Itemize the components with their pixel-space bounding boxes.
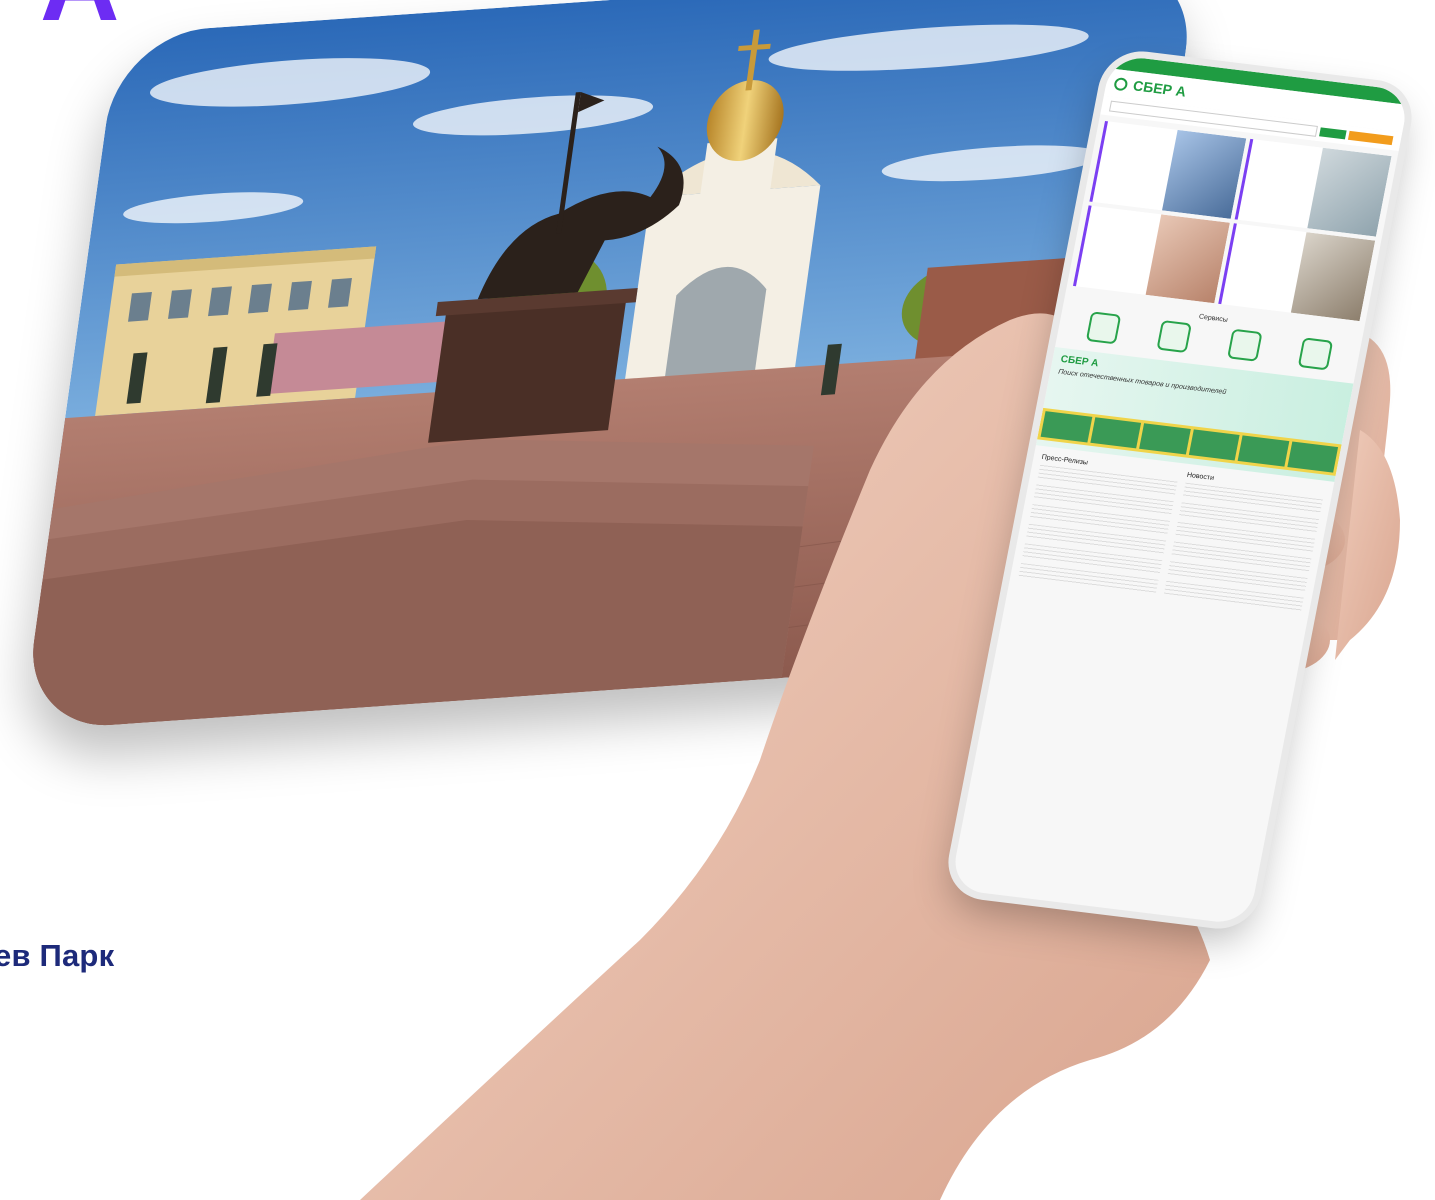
phone-service-item	[1277, 335, 1353, 373]
phone-tile	[1218, 223, 1376, 322]
bank-icon	[1226, 328, 1263, 362]
phone-service-item	[1206, 326, 1282, 364]
phone-search-button	[1319, 127, 1347, 140]
phone-tile	[1234, 138, 1392, 237]
phone-service-item	[1065, 309, 1141, 347]
phone-tiles	[1066, 114, 1399, 327]
money-hand-icon	[1297, 337, 1333, 371]
caption-text: ев Парк	[0, 938, 115, 973]
phone-col-press: Пресс-Релизы	[1017, 454, 1179, 599]
document-icon	[1155, 319, 1192, 354]
phone-col-news: Новости	[1163, 472, 1325, 617]
key-icon	[1085, 311, 1121, 345]
sber-logo-icon	[1113, 76, 1129, 91]
phone-tile	[1072, 205, 1230, 304]
sber-logo-text: СБЕР А	[1131, 77, 1188, 100]
phone-orange-button	[1347, 130, 1394, 146]
phone-service-item	[1135, 317, 1211, 355]
phone-tile	[1089, 120, 1247, 219]
brand-letter: А	[40, 0, 119, 38]
